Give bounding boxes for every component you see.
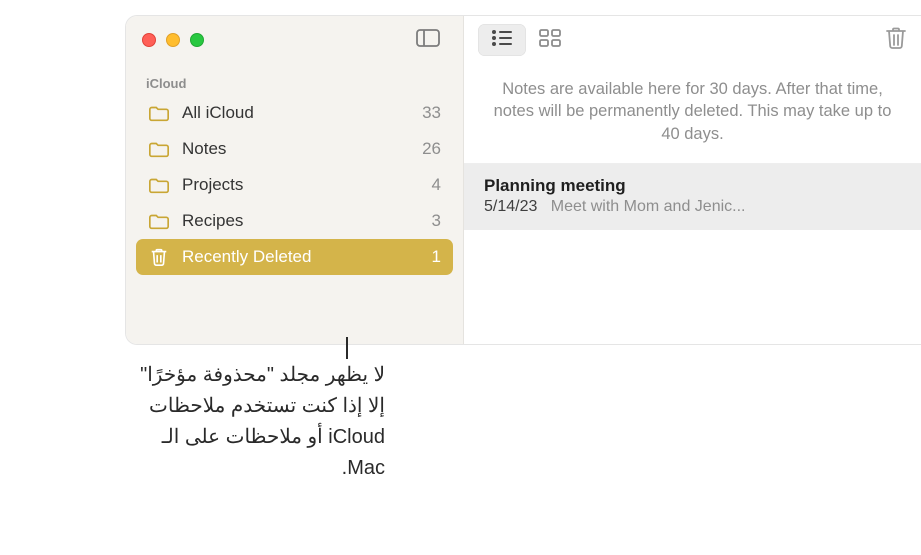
app-window: iCloud All iCloud 33 Notes 26 Proje bbox=[125, 15, 921, 345]
zoom-window-button[interactable] bbox=[190, 33, 204, 47]
notes-list: Planning meeting 5/14/23 Meet with Mom a… bbox=[464, 164, 921, 230]
minimize-window-button[interactable] bbox=[166, 33, 180, 47]
sidebar-item-label: All iCloud bbox=[182, 103, 254, 123]
list-toolbar bbox=[464, 16, 921, 64]
callout-text: لا يظهر مجلد "محذوفة مؤخرًا" إلا إذا كنت… bbox=[135, 360, 385, 484]
sidebar-panel-icon bbox=[416, 29, 440, 52]
toggle-sidebar-button[interactable] bbox=[409, 26, 447, 54]
sidebar-item-count: 3 bbox=[432, 211, 441, 231]
view-mode-segment bbox=[478, 24, 574, 56]
note-date: 5/14/23 bbox=[484, 198, 537, 215]
folder-icon bbox=[148, 175, 170, 195]
folder-icon bbox=[148, 211, 170, 231]
delete-button[interactable] bbox=[885, 26, 907, 55]
grid-icon bbox=[539, 29, 561, 52]
sidebar-item-count: 1 bbox=[432, 247, 441, 267]
sidebar-item-label: Recently Deleted bbox=[182, 247, 311, 267]
close-window-button[interactable] bbox=[142, 33, 156, 47]
sidebar-section-header: iCloud bbox=[136, 70, 453, 95]
sidebar: iCloud All iCloud 33 Notes 26 Proje bbox=[126, 16, 464, 344]
sidebar-item-label: Notes bbox=[182, 139, 226, 159]
sidebar-item-label: Recipes bbox=[182, 211, 243, 231]
window-controls bbox=[142, 33, 204, 47]
list-icon bbox=[491, 30, 513, 51]
callout-pointer bbox=[346, 337, 348, 359]
sidebar-item-count: 33 bbox=[422, 103, 441, 123]
sidebar-item-count: 4 bbox=[432, 175, 441, 195]
sidebar-item-recently-deleted[interactable]: Recently Deleted 1 bbox=[136, 239, 453, 275]
trash-icon bbox=[885, 37, 907, 54]
note-list-panel: Notes are available here for 30 days. Af… bbox=[464, 16, 921, 344]
sidebar-item-all-icloud[interactable]: All iCloud 33 bbox=[136, 95, 453, 131]
trash-icon bbox=[148, 247, 170, 267]
sidebar-item-notes[interactable]: Notes 26 bbox=[136, 131, 453, 167]
sidebar-item-recipes[interactable]: Recipes 3 bbox=[136, 203, 453, 239]
list-view-button[interactable] bbox=[478, 24, 526, 56]
folder-list: iCloud All iCloud 33 Notes 26 Proje bbox=[126, 64, 463, 344]
sidebar-item-label: Projects bbox=[182, 175, 243, 195]
folder-icon bbox=[148, 139, 170, 159]
retention-notice: Notes are available here for 30 days. Af… bbox=[464, 64, 921, 164]
sidebar-item-count: 26 bbox=[422, 139, 441, 159]
gallery-view-button[interactable] bbox=[526, 24, 574, 56]
note-preview: Meet with Mom and Jenic... bbox=[551, 198, 746, 215]
titlebar bbox=[126, 16, 463, 64]
sidebar-item-projects[interactable]: Projects 4 bbox=[136, 167, 453, 203]
note-row[interactable]: Planning meeting 5/14/23 Meet with Mom a… bbox=[464, 164, 921, 230]
folder-icon bbox=[148, 103, 170, 123]
note-title: Planning meeting bbox=[484, 176, 901, 196]
note-subtitle: 5/14/23 Meet with Mom and Jenic... bbox=[484, 198, 901, 216]
